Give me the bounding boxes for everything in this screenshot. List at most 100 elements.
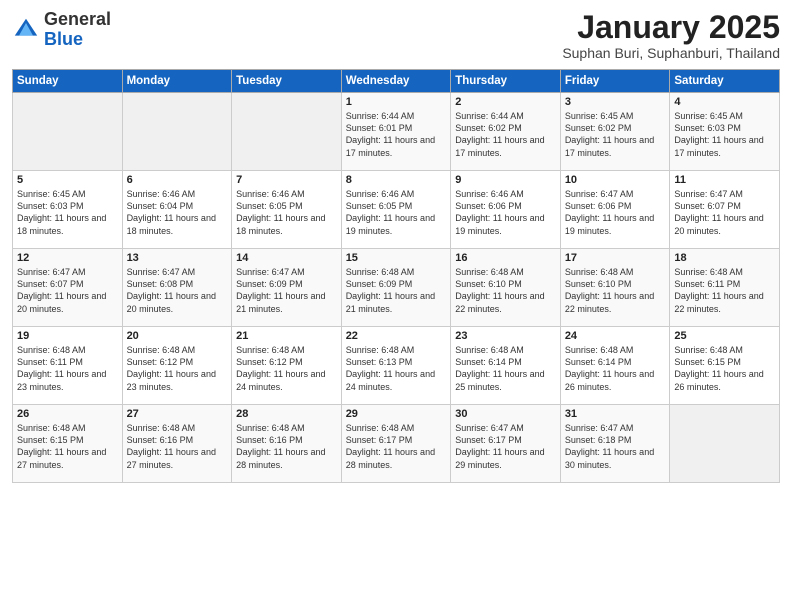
day-cell: 17 Sunrise: 6:48 AM Sunset: 6:10 PM Dayli… [560,249,670,327]
day-info: Sunrise: 6:48 AM Sunset: 6:15 PM Dayligh… [17,422,118,471]
logo-text: General Blue [44,10,111,50]
day-cell: 2 Sunrise: 6:44 AM Sunset: 6:02 PM Daylig… [451,93,561,171]
day-info: Sunrise: 6:48 AM Sunset: 6:11 PM Dayligh… [674,266,775,315]
day-number: 22 [346,330,447,342]
page-container: General Blue January 2025 Suphan Buri, S… [0,0,792,491]
day-info: Sunrise: 6:47 AM Sunset: 6:17 PM Dayligh… [455,422,556,471]
day-cell: 3 Sunrise: 6:45 AM Sunset: 6:02 PM Daylig… [560,93,670,171]
col-header-monday: Monday [122,70,232,93]
day-cell: 30 Sunrise: 6:47 AM Sunset: 6:17 PM Dayli… [451,405,561,483]
day-number: 23 [455,330,556,342]
day-cell: 24 Sunrise: 6:48 AM Sunset: 6:14 PM Dayli… [560,327,670,405]
day-info: Sunrise: 6:48 AM Sunset: 6:12 PM Dayligh… [236,344,337,393]
day-info: Sunrise: 6:47 AM Sunset: 6:09 PM Dayligh… [236,266,337,315]
day-info: Sunrise: 6:48 AM Sunset: 6:16 PM Dayligh… [127,422,228,471]
day-cell: 8Sunrise: 6:46 AM Sunset: 6:05 PM Daylig… [341,171,451,249]
day-cell: 28 Sunrise: 6:48 AM Sunset: 6:16 PM Dayli… [232,405,342,483]
day-info: Sunrise: 6:48 AM Sunset: 6:10 PM Dayligh… [565,266,666,315]
day-cell: 29 Sunrise: 6:48 AM Sunset: 6:17 PM Dayli… [341,405,451,483]
day-number: 10 [565,174,666,186]
day-number: 2 [455,96,556,108]
day-cell: 21 Sunrise: 6:48 AM Sunset: 6:12 PM Dayli… [232,327,342,405]
day-info: Sunrise: 6:48 AM Sunset: 6:09 PM Dayligh… [346,266,447,315]
day-number: 26 [17,408,118,420]
day-cell [232,93,342,171]
day-cell: 20 Sunrise: 6:48 AM Sunset: 6:12 PM Dayli… [122,327,232,405]
day-cell [670,405,780,483]
day-info: Sunrise: 6:44 AM Sunset: 6:01 PM Dayligh… [346,110,447,159]
day-cell: 23 Sunrise: 6:48 AM Sunset: 6:14 PM Dayli… [451,327,561,405]
day-number: 31 [565,408,666,420]
col-header-tuesday: Tuesday [232,70,342,93]
day-info: Sunrise: 6:46 AM Sunset: 6:06 PM Dayligh… [455,188,556,237]
header: General Blue January 2025 Suphan Buri, S… [12,10,780,61]
col-header-friday: Friday [560,70,670,93]
day-cell: 31 Sunrise: 6:47 AM Sunset: 6:18 PM Dayli… [560,405,670,483]
day-cell: 10Sunrise: 6:47 AM Sunset: 6:06 PM Dayli… [560,171,670,249]
day-cell: 19 Sunrise: 6:48 AM Sunset: 6:11 PM Dayli… [13,327,123,405]
day-info: Sunrise: 6:44 AM Sunset: 6:02 PM Dayligh… [455,110,556,159]
week-row-2: 5 Sunrise: 6:45 AM Sunset: 6:03 PM Daylig… [13,171,780,249]
day-info: Sunrise: 6:45 AM Sunset: 6:02 PM Dayligh… [565,110,666,159]
subtitle: Suphan Buri, Suphanburi, Thailand [562,45,780,61]
day-cell: 6 Sunrise: 6:46 AM Sunset: 6:04 PM Daylig… [122,171,232,249]
day-number: 30 [455,408,556,420]
day-number: 24 [565,330,666,342]
day-cell: 26 Sunrise: 6:48 AM Sunset: 6:15 PM Dayli… [13,405,123,483]
day-cell: 18 Sunrise: 6:48 AM Sunset: 6:11 PM Dayli… [670,249,780,327]
week-row-5: 26 Sunrise: 6:48 AM Sunset: 6:15 PM Dayli… [13,405,780,483]
day-cell: 14 Sunrise: 6:47 AM Sunset: 6:09 PM Dayli… [232,249,342,327]
logo-icon [12,16,40,44]
day-cell: 7Sunrise: 6:46 AM Sunset: 6:05 PM Daylig… [232,171,342,249]
day-cell: 5 Sunrise: 6:45 AM Sunset: 6:03 PM Daylig… [13,171,123,249]
day-cell: 16Sunrise: 6:48 AM Sunset: 6:10 PM Dayli… [451,249,561,327]
day-number: 12 [17,252,118,264]
day-info: Sunrise: 6:48 AM Sunset: 6:12 PM Dayligh… [127,344,228,393]
day-info: Sunrise: 6:48 AM Sunset: 6:14 PM Dayligh… [565,344,666,393]
day-info: Sunrise: 6:47 AM Sunset: 6:07 PM Dayligh… [674,188,775,237]
day-cell: 11 Sunrise: 6:47 AM Sunset: 6:07 PM Dayli… [670,171,780,249]
day-info: Sunrise: 6:48 AM Sunset: 6:16 PM Dayligh… [236,422,337,471]
day-number: 17 [565,252,666,264]
day-number: 27 [127,408,228,420]
day-cell [13,93,123,171]
header-row: SundayMondayTuesdayWednesdayThursdayFrid… [13,70,780,93]
day-cell [122,93,232,171]
day-info: Sunrise: 6:46 AM Sunset: 6:04 PM Dayligh… [127,188,228,237]
day-number: 3 [565,96,666,108]
day-number: 19 [17,330,118,342]
day-number: 20 [127,330,228,342]
day-number: 11 [674,174,775,186]
day-number: 14 [236,252,337,264]
week-row-1: 1 Sunrise: 6:44 AM Sunset: 6:01 PM Daylig… [13,93,780,171]
day-info: Sunrise: 6:47 AM Sunset: 6:08 PM Dayligh… [127,266,228,315]
day-info: Sunrise: 6:48 AM Sunset: 6:17 PM Dayligh… [346,422,447,471]
day-number: 8 [346,174,447,186]
day-cell: 9Sunrise: 6:46 AM Sunset: 6:06 PM Daylig… [451,171,561,249]
col-header-sunday: Sunday [13,70,123,93]
day-info: Sunrise: 6:48 AM Sunset: 6:14 PM Dayligh… [455,344,556,393]
day-number: 16 [455,252,556,264]
day-cell: 25Sunrise: 6:48 AM Sunset: 6:15 PM Dayli… [670,327,780,405]
day-info: Sunrise: 6:48 AM Sunset: 6:11 PM Dayligh… [17,344,118,393]
week-row-4: 19 Sunrise: 6:48 AM Sunset: 6:11 PM Dayli… [13,327,780,405]
day-info: Sunrise: 6:48 AM Sunset: 6:13 PM Dayligh… [346,344,447,393]
day-number: 5 [17,174,118,186]
day-info: Sunrise: 6:45 AM Sunset: 6:03 PM Dayligh… [674,110,775,159]
day-number: 18 [674,252,775,264]
day-info: Sunrise: 6:47 AM Sunset: 6:18 PM Dayligh… [565,422,666,471]
day-number: 1 [346,96,447,108]
day-cell: 15Sunrise: 6:48 AM Sunset: 6:09 PM Dayli… [341,249,451,327]
day-info: Sunrise: 6:48 AM Sunset: 6:15 PM Dayligh… [674,344,775,393]
day-number: 29 [346,408,447,420]
day-cell: 13Sunrise: 6:47 AM Sunset: 6:08 PM Dayli… [122,249,232,327]
day-number: 21 [236,330,337,342]
day-cell: 1 Sunrise: 6:44 AM Sunset: 6:01 PM Daylig… [341,93,451,171]
day-number: 6 [127,174,228,186]
day-info: Sunrise: 6:45 AM Sunset: 6:03 PM Dayligh… [17,188,118,237]
col-header-wednesday: Wednesday [341,70,451,93]
day-number: 28 [236,408,337,420]
logo: General Blue [12,10,111,50]
day-number: 7 [236,174,337,186]
day-cell: 12Sunrise: 6:47 AM Sunset: 6:07 PM Dayli… [13,249,123,327]
